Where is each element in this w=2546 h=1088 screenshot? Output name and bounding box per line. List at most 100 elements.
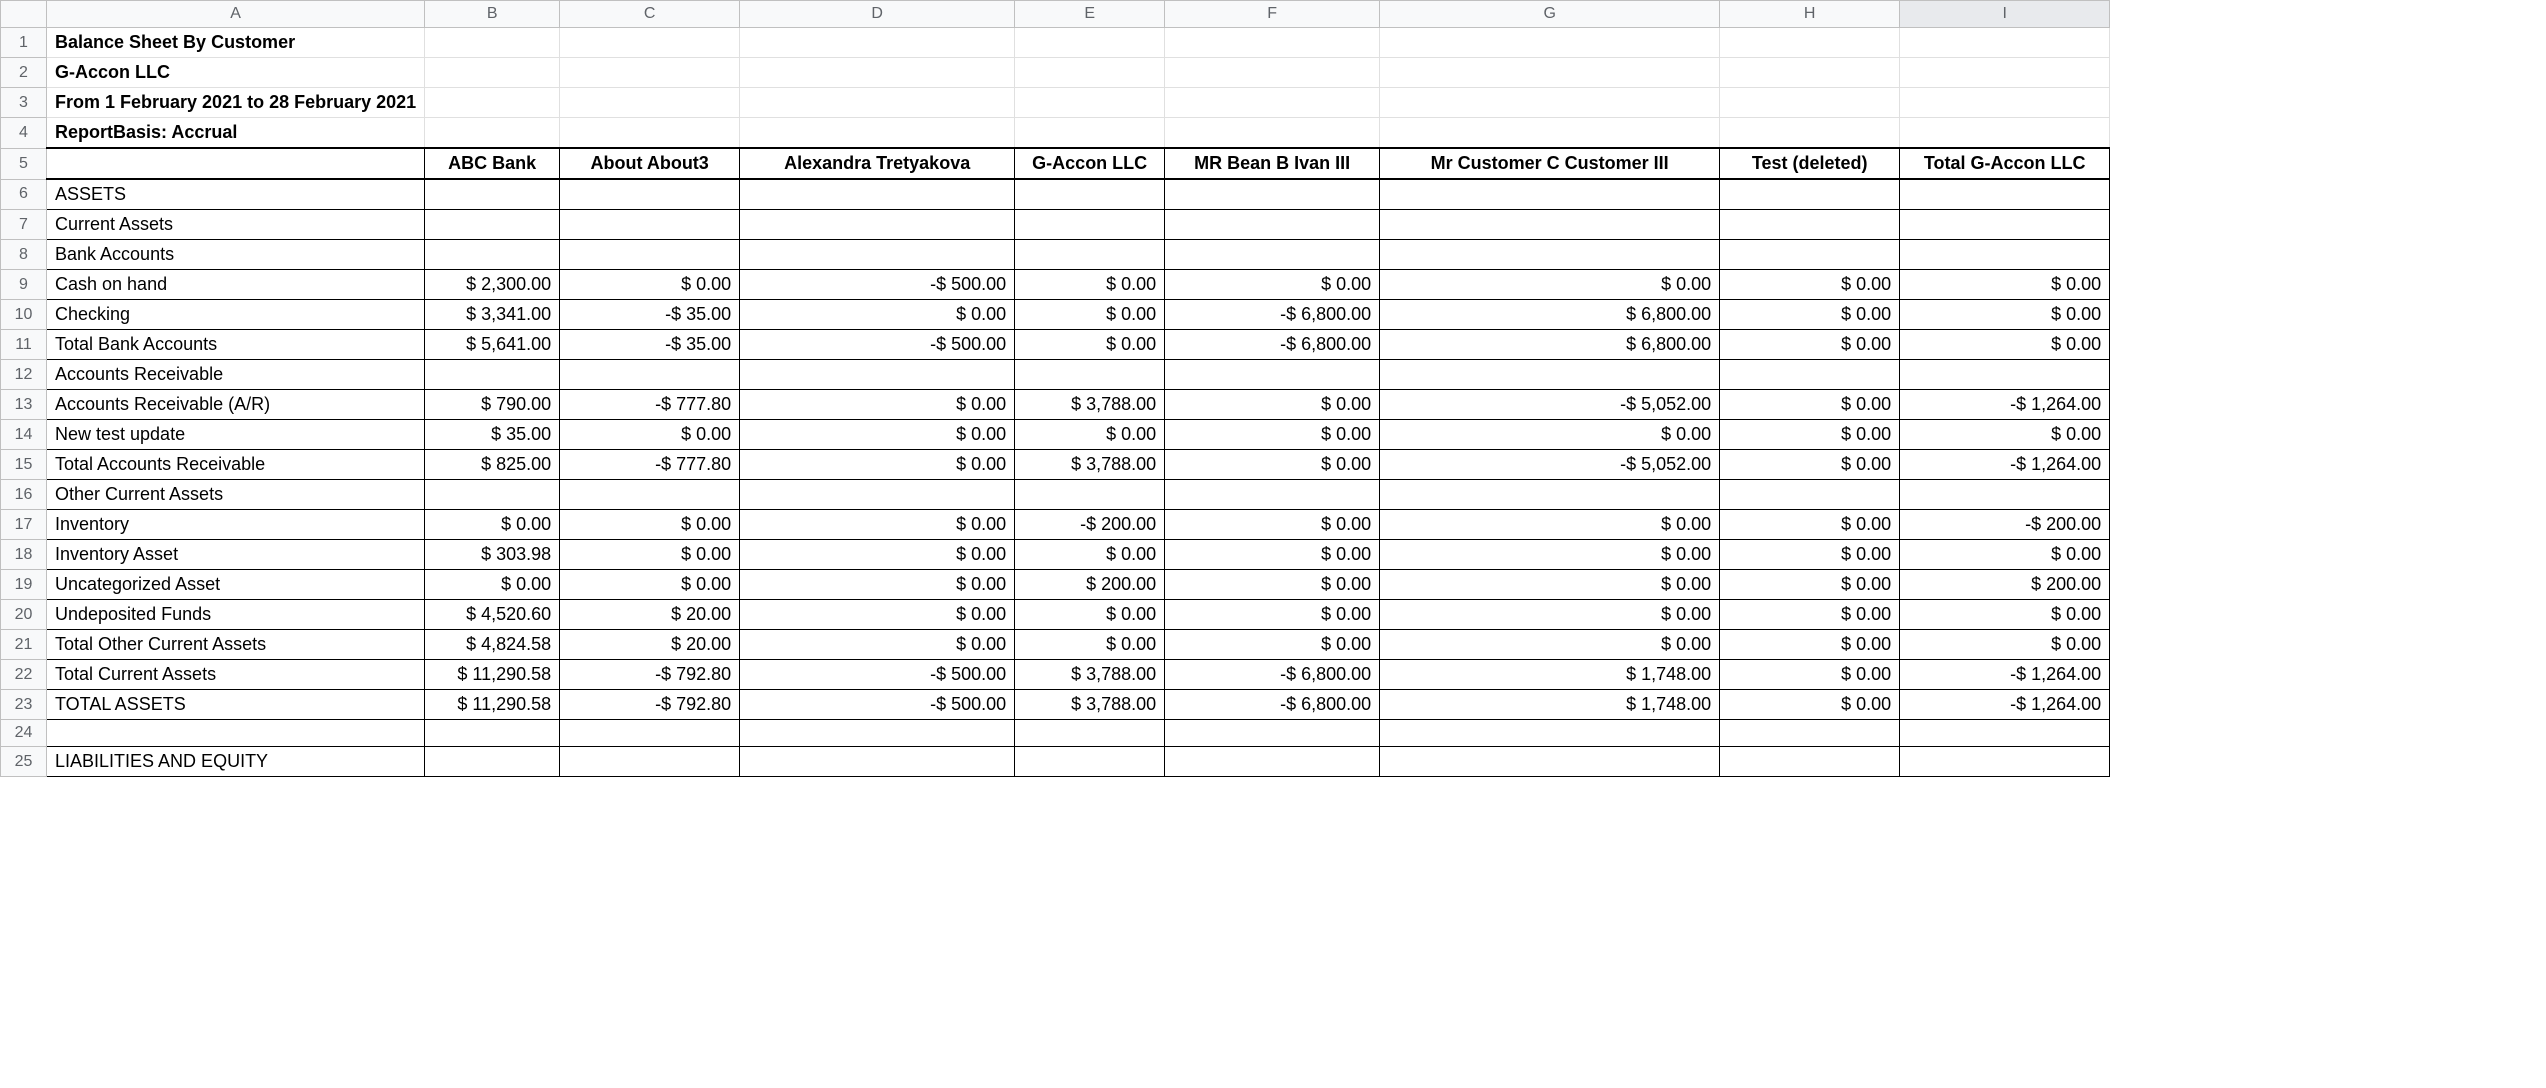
cell-I2[interactable] <box>1900 58 2110 88</box>
cell-H11[interactable]: $ 0.00 <box>1720 330 1900 360</box>
cell-G21[interactable]: $ 0.00 <box>1380 630 1720 660</box>
cell-B10[interactable]: $ 3,341.00 <box>425 300 560 330</box>
cell-E10[interactable]: $ 0.00 <box>1015 300 1165 330</box>
cell-B8[interactable] <box>425 240 560 270</box>
cell-D7[interactable] <box>740 210 1015 240</box>
cell-A2[interactable]: G-Accon LLC <box>47 58 425 88</box>
cell-C1[interactable] <box>560 28 740 58</box>
cell-H24[interactable] <box>1720 720 1900 747</box>
cell-I19[interactable]: $ 200.00 <box>1900 570 2110 600</box>
cell-E23[interactable]: $ 3,788.00 <box>1015 690 1165 720</box>
cell-D6[interactable] <box>740 179 1015 210</box>
cell-C20[interactable]: $ 20.00 <box>560 600 740 630</box>
select-all-corner[interactable] <box>1 1 47 28</box>
cell-B7[interactable] <box>425 210 560 240</box>
cell-B15[interactable]: $ 825.00 <box>425 450 560 480</box>
cell-E11[interactable]: $ 0.00 <box>1015 330 1165 360</box>
cell-G25[interactable] <box>1380 747 1720 777</box>
cell-F17[interactable]: $ 0.00 <box>1165 510 1380 540</box>
cell-B16[interactable] <box>425 480 560 510</box>
cell-I18[interactable]: $ 0.00 <box>1900 540 2110 570</box>
cell-C3[interactable] <box>560 88 740 118</box>
cell-F11[interactable]: -$ 6,800.00 <box>1165 330 1380 360</box>
cell-D15[interactable]: $ 0.00 <box>740 450 1015 480</box>
col-header-G[interactable]: G <box>1380 1 1720 28</box>
cell-D3[interactable] <box>740 88 1015 118</box>
row-header-22[interactable]: 22 <box>1 660 47 690</box>
cell-C14[interactable]: $ 0.00 <box>560 420 740 450</box>
cell-C10[interactable]: -$ 35.00 <box>560 300 740 330</box>
cell-D4[interactable] <box>740 118 1015 149</box>
row-header-24[interactable]: 24 <box>1 720 47 747</box>
cell-F3[interactable] <box>1165 88 1380 118</box>
cell-I10[interactable]: $ 0.00 <box>1900 300 2110 330</box>
cell-D23[interactable]: -$ 500.00 <box>740 690 1015 720</box>
cell-E18[interactable]: $ 0.00 <box>1015 540 1165 570</box>
cell-F16[interactable] <box>1165 480 1380 510</box>
cell-I6[interactable] <box>1900 179 2110 210</box>
cell-H25[interactable] <box>1720 747 1900 777</box>
cell-F22[interactable]: -$ 6,800.00 <box>1165 660 1380 690</box>
cell-D13[interactable]: $ 0.00 <box>740 390 1015 420</box>
cell-I14[interactable]: $ 0.00 <box>1900 420 2110 450</box>
cell-B18[interactable]: $ 303.98 <box>425 540 560 570</box>
cell-B13[interactable]: $ 790.00 <box>425 390 560 420</box>
cell-B24[interactable] <box>425 720 560 747</box>
cell-I20[interactable]: $ 0.00 <box>1900 600 2110 630</box>
row-header-5[interactable]: 5 <box>1 148 47 179</box>
cell-D24[interactable] <box>740 720 1015 747</box>
cell-E16[interactable] <box>1015 480 1165 510</box>
cell-D18[interactable]: $ 0.00 <box>740 540 1015 570</box>
cell-F25[interactable] <box>1165 747 1380 777</box>
cell-A17[interactable]: Inventory <box>47 510 425 540</box>
cell-C15[interactable]: -$ 777.80 <box>560 450 740 480</box>
cell-H8[interactable] <box>1720 240 1900 270</box>
cell-F1[interactable] <box>1165 28 1380 58</box>
row-header-16[interactable]: 16 <box>1 480 47 510</box>
cell-B17[interactable]: $ 0.00 <box>425 510 560 540</box>
row-header-15[interactable]: 15 <box>1 450 47 480</box>
cell-E13[interactable]: $ 3,788.00 <box>1015 390 1165 420</box>
cell-I25[interactable] <box>1900 747 2110 777</box>
row-header-1[interactable]: 1 <box>1 28 47 58</box>
cell-E25[interactable] <box>1015 747 1165 777</box>
cell-H2[interactable] <box>1720 58 1900 88</box>
cell-H7[interactable] <box>1720 210 1900 240</box>
cell-G12[interactable] <box>1380 360 1720 390</box>
cell-F8[interactable] <box>1165 240 1380 270</box>
cell-F14[interactable]: $ 0.00 <box>1165 420 1380 450</box>
cell-A20[interactable]: Undeposited Funds <box>47 600 425 630</box>
cell-E4[interactable] <box>1015 118 1165 149</box>
cell-A13[interactable]: Accounts Receivable (A/R) <box>47 390 425 420</box>
cell-C7[interactable] <box>560 210 740 240</box>
cell-I13[interactable]: -$ 1,264.00 <box>1900 390 2110 420</box>
cell-H23[interactable]: $ 0.00 <box>1720 690 1900 720</box>
cell-F24[interactable] <box>1165 720 1380 747</box>
cell-G23[interactable]: $ 1,748.00 <box>1380 690 1720 720</box>
cell-F20[interactable]: $ 0.00 <box>1165 600 1380 630</box>
col-header-I[interactable]: I <box>1900 1 2110 28</box>
cell-C23[interactable]: -$ 792.80 <box>560 690 740 720</box>
cell-G15[interactable]: -$ 5,052.00 <box>1380 450 1720 480</box>
cell-H17[interactable]: $ 0.00 <box>1720 510 1900 540</box>
cell-G6[interactable] <box>1380 179 1720 210</box>
cell-G16[interactable] <box>1380 480 1720 510</box>
col-header-F[interactable]: F <box>1165 1 1380 28</box>
cell-D8[interactable] <box>740 240 1015 270</box>
col-header-E[interactable]: E <box>1015 1 1165 28</box>
cell-A7[interactable]: Current Assets <box>47 210 425 240</box>
col-header-D[interactable]: D <box>740 1 1015 28</box>
cell-F15[interactable]: $ 0.00 <box>1165 450 1380 480</box>
cell-D1[interactable] <box>740 28 1015 58</box>
cell-E2[interactable] <box>1015 58 1165 88</box>
cell-A15[interactable]: Total Accounts Receivable <box>47 450 425 480</box>
row-header-7[interactable]: 7 <box>1 210 47 240</box>
cell-C13[interactable]: -$ 777.80 <box>560 390 740 420</box>
cell-E6[interactable] <box>1015 179 1165 210</box>
cell-D25[interactable] <box>740 747 1015 777</box>
cell-D17[interactable]: $ 0.00 <box>740 510 1015 540</box>
cell-F19[interactable]: $ 0.00 <box>1165 570 1380 600</box>
cell-A21[interactable]: Total Other Current Assets <box>47 630 425 660</box>
cell-G17[interactable]: $ 0.00 <box>1380 510 1720 540</box>
cell-E22[interactable]: $ 3,788.00 <box>1015 660 1165 690</box>
